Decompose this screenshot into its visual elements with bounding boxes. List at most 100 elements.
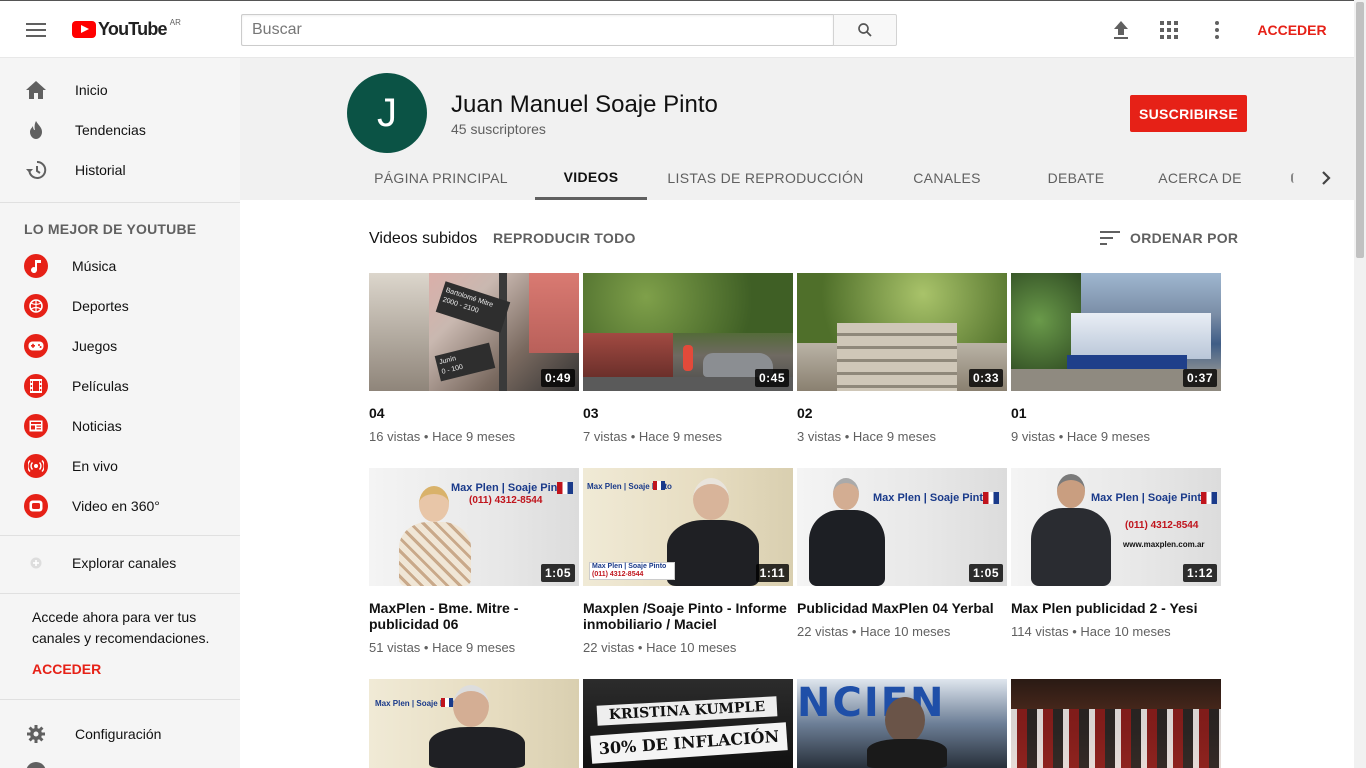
tab-debate[interactable]: DEBATE: [1023, 156, 1129, 200]
search-input[interactable]: [241, 14, 833, 46]
sidebar-item-label: En vivo: [72, 458, 118, 474]
sidebar-item-label: Inicio: [75, 82, 108, 98]
sidebar-item-label: Tendencias: [75, 122, 146, 138]
sidebar-item-video-360[interactable]: Video en 360°: [0, 486, 240, 526]
video-meta: 114 vistas • Hace 10 meses: [1011, 624, 1171, 639]
thumb-person-body: [399, 522, 471, 586]
chevron-right-icon[interactable]: [1314, 166, 1338, 190]
video-card[interactable]: Max Plen | Soaje Pinto (011) 4312-8544 1…: [369, 468, 579, 655]
sort-button[interactable]: ORDENAR POR: [1100, 226, 1238, 250]
video-card[interactable]: 0:45 03 7 vistas • Hace 9 meses: [583, 273, 793, 444]
sidebar-item-inicio[interactable]: Inicio: [0, 70, 240, 110]
video-thumbnail[interactable]: [1011, 679, 1221, 768]
thumb-person-body: [867, 739, 947, 768]
tab-acerca-de[interactable]: ACERCA DE: [1142, 156, 1258, 200]
video-thumbnail[interactable]: KRISTINA KUMPLE 30% DE INFLACIÓN: [583, 679, 793, 768]
channel-avatar[interactable]: J: [347, 73, 427, 153]
logo-country: AR: [169, 18, 181, 27]
more-vertical-icon[interactable]: [1205, 18, 1229, 42]
video-title[interactable]: 02: [797, 405, 1007, 421]
thumb-person-head: [453, 685, 489, 727]
scrollbar-thumb[interactable]: [1356, 2, 1364, 258]
youtube-logo[interactable]: YouTube AR: [72, 18, 181, 41]
video-duration: 1:11: [755, 564, 789, 582]
sidebar-item-en-vivo[interactable]: En vivo: [0, 446, 240, 486]
film-icon: [24, 374, 48, 398]
video-card[interactable]: Max Plen | Soaje Pinto (011) 4312-8544 w…: [1011, 468, 1221, 639]
sidebar-item-peliculas[interactable]: Películas: [0, 366, 240, 406]
video-age: Hace 10 meses: [1080, 624, 1171, 639]
video-meta: 7 vistas • Hace 9 meses: [583, 429, 722, 444]
video-thumbnail[interactable]: NCIEN: [797, 679, 1007, 768]
video-card[interactable]: Max Plen | Soaje Pinto Max Plen | Soaje …: [583, 468, 793, 655]
video-thumbnail[interactable]: Max Plen | Soaje Pinto: [369, 679, 579, 768]
video-thumbnail[interactable]: Max Plen | Soaje Pinto Max Plen | Soaje …: [583, 468, 793, 586]
tab-listas[interactable]: LISTAS DE REPRODUCCIÓN: [659, 156, 872, 200]
top-bar: YouTube AR ACCEDER: [0, 0, 1354, 58]
signin-button[interactable]: ACCEDER: [1249, 15, 1335, 45]
video-card[interactable]: 0:33 02 3 vistas • Hace 9 meses: [797, 273, 1007, 444]
thumb-crowd: [1011, 709, 1221, 768]
sidebar-item-musica[interactable]: Música: [0, 246, 240, 286]
video-age: Hace 9 meses: [852, 429, 936, 444]
video-thumbnail[interactable]: Max Plen | Soaje Pinto (011) 4312-8544 w…: [1011, 468, 1221, 586]
tab-videos[interactable]: VIDEOS: [535, 156, 647, 200]
video-card[interactable]: KRISTINA KUMPLE 30% DE INFLACIÓN: [583, 679, 793, 768]
video-thumbnail[interactable]: Max Plen | Soaje Pinto (011) 4312-8544 1…: [369, 468, 579, 586]
sidebar-item-noticias[interactable]: Noticias: [0, 406, 240, 446]
section-title: Videos subidos: [369, 230, 478, 247]
sidebar-item-tendencias[interactable]: Tendencias: [0, 110, 240, 150]
video-title[interactable]: Maxplen /Soaje Pinto - Informe inmobilia…: [583, 600, 793, 632]
video-title[interactable]: 04: [369, 405, 579, 421]
sidebar-item-label: Juegos: [72, 338, 118, 354]
video-thumbnail[interactable]: 0:37: [1011, 273, 1221, 391]
tab-pagina-principal[interactable]: PÁGINA PRINCIPAL: [347, 156, 535, 200]
sidebar-divider: [0, 699, 240, 700]
video-title[interactable]: MaxPlen - Bme. Mitre - publicidad 06: [369, 600, 579, 632]
video-thumbnail[interactable]: Bartolomé Mitre 2000 - 2100 Junín 0 - 10…: [369, 273, 579, 391]
sidebar-item-explorar-canales[interactable]: Explorar canales: [0, 543, 240, 583]
search-button[interactable]: [833, 14, 897, 46]
apps-grid-icon[interactable]: [1157, 18, 1181, 42]
video-title[interactable]: Publicidad MaxPlen 04 Yerbal: [797, 600, 1007, 616]
video-title[interactable]: Max Plen publicidad 2 - Yesi: [1011, 600, 1221, 616]
flag-icon: [983, 492, 999, 504]
video-age: Hace 9 meses: [1066, 429, 1150, 444]
gamepad-icon: [24, 334, 48, 358]
page-scrollbar[interactable]: [1354, 0, 1366, 768]
tab-search-partial[interactable]: [1291, 156, 1315, 200]
video-thumbnail[interactable]: 0:45: [583, 273, 793, 391]
sidebar-item-deportes[interactable]: Deportes: [0, 286, 240, 326]
history-icon: [24, 158, 48, 182]
thumb-person-head: [419, 486, 449, 522]
videos-content: Videos subidos REPRODUCIR TODO ORDENAR P…: [240, 200, 1354, 768]
video-card[interactable]: 0:37 01 9 vistas • Hace 9 meses: [1011, 273, 1221, 444]
flag-icon: [557, 482, 573, 494]
video-card[interactable]: Max Plen | Soaje Pinto 1:05 Publicidad M…: [797, 468, 1007, 639]
video-title[interactable]: 01: [1011, 405, 1221, 421]
subscribe-button[interactable]: SUSCRIBIRSE: [1130, 95, 1247, 132]
thumb-person-body: [429, 727, 525, 768]
video-card[interactable]: Bartolomé Mitre 2000 - 2100 Junín 0 - 10…: [369, 273, 579, 444]
sidebar-item-configuracion[interactable]: Configuración: [0, 714, 240, 754]
video-thumbnail[interactable]: 0:33: [797, 273, 1007, 391]
menu-icon[interactable]: [24, 20, 48, 40]
thumb-brand-text: Max Plen | Soaje Pinto: [451, 482, 568, 494]
upload-icon[interactable]: [1109, 18, 1133, 42]
video-card[interactable]: [1011, 679, 1221, 768]
thumb-phone-text: (011) 4312-8544: [592, 571, 644, 578]
sidebar-item-historial[interactable]: Historial: [0, 150, 240, 190]
play-all-button[interactable]: REPRODUCIR TODO: [493, 230, 636, 246]
sidebar-signin-link[interactable]: ACCEDER: [32, 661, 101, 677]
thumb-person-head: [693, 478, 729, 520]
video-title[interactable]: 03: [583, 405, 793, 421]
search-bar: [241, 14, 897, 46]
video-thumbnail[interactable]: Max Plen | Soaje Pinto 1:05: [797, 468, 1007, 586]
help-icon[interactable]: [26, 762, 46, 768]
tab-canales[interactable]: CANALES: [893, 156, 1001, 200]
news-icon: [24, 414, 48, 438]
sidebar-item-label: Deportes: [72, 298, 129, 314]
video-card[interactable]: Max Plen | Soaje Pinto: [369, 679, 579, 768]
sidebar-item-juegos[interactable]: Juegos: [0, 326, 240, 366]
video-card[interactable]: NCIEN: [797, 679, 1007, 768]
